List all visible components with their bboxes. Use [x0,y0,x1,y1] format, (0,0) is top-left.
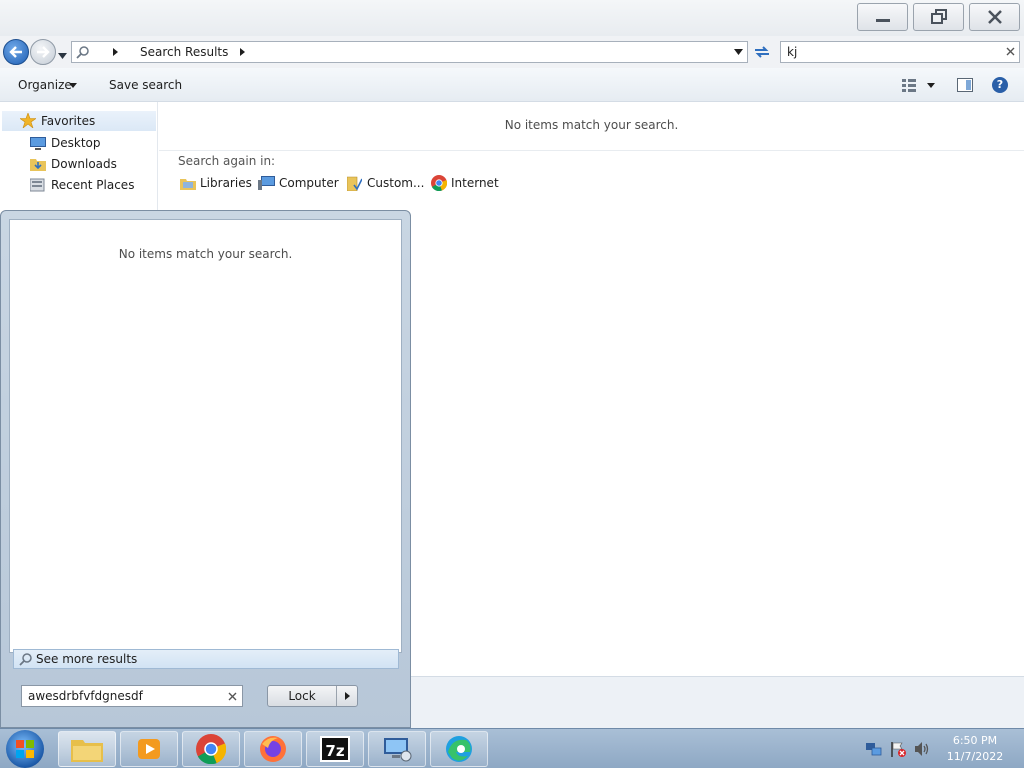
libraries-icon [180,179,196,190]
chevron-right-icon[interactable] [113,48,118,56]
start-menu-empty-message: No items match your search. [118,247,293,261]
taskbar: 7z 6:50 PM 11/7/2022 [0,728,1024,768]
forward-button[interactable] [30,39,56,65]
address-row: Search Results kj [0,36,1024,68]
volume-icon[interactable] [914,741,930,757]
help-icon[interactable]: ? [992,77,1008,93]
close-button[interactable] [969,3,1020,31]
remote-desktop-icon [384,738,412,762]
start-menu-results-panel: No items match your search. [9,219,402,653]
search-location-label: Custom... [367,176,425,190]
search-location-custom[interactable]: Custom... [347,174,424,192]
star-icon [20,113,36,128]
navigation-pane: Favorites Desktop Downloads Recent Place… [0,102,158,212]
desktop-icon [30,136,46,150]
recent-pages-dropdown[interactable] [58,48,67,62]
favorites-header[interactable]: Favorites [2,111,156,131]
chrome-icon [196,734,226,764]
nav-item-recent-places[interactable]: Recent Places [30,176,134,194]
chevron-down-icon[interactable] [69,83,77,88]
lock-button-divider [336,686,337,706]
clock-time: 6:50 PM [952,734,998,747]
nav-item-label: Desktop [51,136,101,150]
recent-places-icon [30,178,45,192]
minimize-icon [875,18,890,22]
back-arrow-icon [9,46,22,58]
windows-explorer-icon [71,740,103,762]
details-pane [411,676,1024,728]
clear-search-icon[interactable] [1006,47,1015,56]
search-input-value: kj [787,45,798,59]
taskbar-app-remote-desktop[interactable] [368,731,426,767]
minimize-button[interactable] [857,3,908,31]
search-location-internet[interactable]: Internet [431,174,499,192]
taskbar-app-chrome[interactable] [182,731,240,767]
refresh-icon [755,46,769,58]
7zip-icon: 7z [320,736,350,762]
refresh-button[interactable] [753,44,771,63]
search-icon [76,46,89,59]
nav-item-downloads[interactable]: Downloads [30,155,117,173]
back-button[interactable] [3,39,29,65]
nav-item-label: Recent Places [51,178,135,192]
close-icon [987,10,1002,24]
see-more-results-label: See more results [36,652,138,666]
clock-date: 11/7/2022 [946,750,1004,763]
taskbar-app-firefox[interactable] [244,731,302,767]
search-location-label: Computer [279,176,339,190]
lock-button[interactable]: Lock [267,685,358,707]
start-search-input[interactable]: awesdrbfvfdgnesdf [21,685,243,707]
firefox-icon [260,736,286,762]
edge-icon [446,736,472,762]
see-more-results-link[interactable]: See more results [13,649,399,669]
downloads-folder-icon [30,159,46,171]
favorites-label: Favorites [41,114,96,128]
forward-arrow-icon [37,46,50,58]
search-input[interactable]: kj [780,41,1020,63]
windows-logo-icon [16,740,34,758]
save-search-button[interactable]: Save search [109,78,182,92]
chrome-icon [431,175,447,191]
nav-item-desktop[interactable]: Desktop [30,134,101,152]
window-title-bar[interactable] [0,0,1024,36]
organize-label: Organize [18,78,72,92]
search-location-label: Internet [451,176,499,190]
clock[interactable]: 6:50 PM 11/7/2022 [940,733,1010,765]
chevron-down-icon [58,53,67,59]
nav-item-label: Downloads [51,157,117,171]
taskbar-app-7zip[interactable]: 7z [306,731,364,767]
organize-button[interactable]: Organize [18,78,72,92]
custom-folder-icon [347,176,362,191]
search-again-label: Search again in: [178,154,276,168]
chevron-down-icon[interactable] [927,83,935,88]
start-menu: No items match your search. See more res… [0,210,411,728]
restore-icon [930,9,947,24]
network-icon[interactable] [866,741,882,757]
command-toolbar: Organize Save search ? [0,68,1024,102]
start-search-value: awesdrbfvfdgnesdf [28,689,143,703]
search-icon [19,653,32,666]
preview-pane-icon[interactable] [957,78,973,92]
taskbar-app-edge[interactable] [430,731,488,767]
taskbar-app-media-player[interactable] [120,731,178,767]
media-player-icon [138,739,160,759]
restore-button[interactable] [913,3,964,31]
chevron-down-icon[interactable] [734,49,743,55]
breadcrumb[interactable]: Search Results [140,45,228,59]
start-button[interactable] [6,730,44,768]
lock-button-label: Lock [288,689,316,703]
empty-results-message: No items match your search. [159,102,1024,151]
clear-search-icon[interactable] [228,692,237,701]
chevron-right-icon[interactable] [345,692,350,700]
computer-icon [258,176,275,190]
taskbar-app-explorer[interactable] [58,731,116,767]
search-location-computer[interactable]: Computer [258,174,339,192]
action-center-flag-icon[interactable] [890,741,906,757]
search-location-libraries[interactable]: Libraries [180,174,252,192]
view-options-icon[interactable] [902,79,916,92]
chevron-right-icon[interactable] [240,48,245,56]
search-location-label: Libraries [200,176,252,190]
address-bar[interactable]: Search Results [71,41,748,63]
